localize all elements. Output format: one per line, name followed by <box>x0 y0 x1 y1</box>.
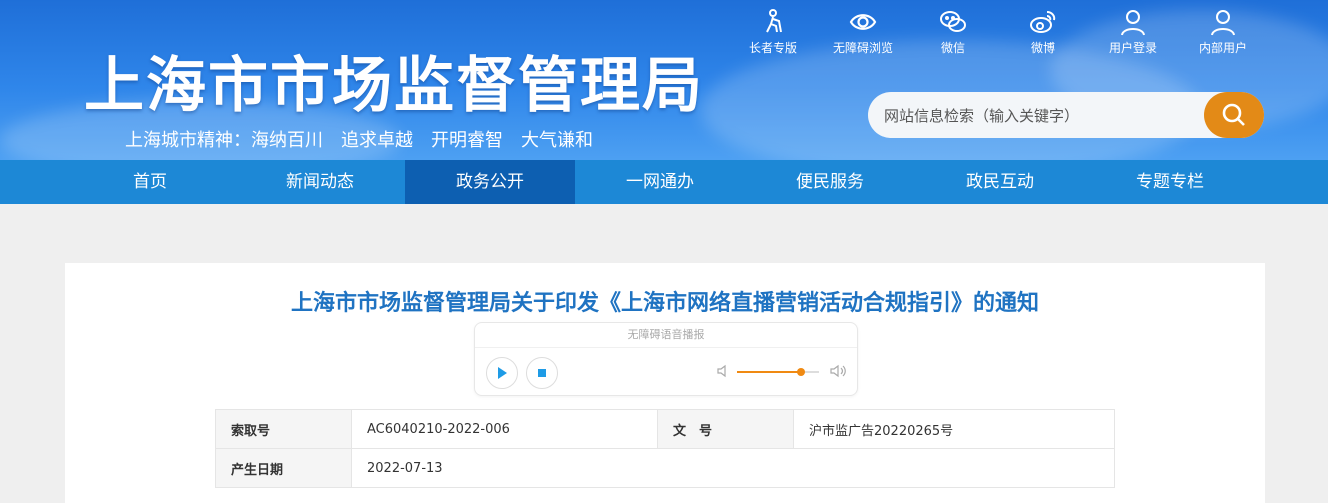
stop-button[interactable] <box>526 357 558 389</box>
tool-label: 长者专版 <box>748 41 797 55</box>
meta-value-date: 2022-07-13 <box>351 448 1115 488</box>
tool-label: 无障碍浏览 <box>832 41 893 55</box>
elder-mode-link[interactable]: 长者专版 <box>728 8 818 56</box>
main-nav: 首页 新闻动态 政务公开 一网通办 便民服务 政民互动 专题专栏 <box>0 160 1328 204</box>
volume-high-icon <box>830 364 846 378</box>
document-meta-table: 索取号 AC6040210-2022-006 文 号 沪市监广告20220265… <box>215 409 1115 488</box>
wechat-icon <box>940 11 966 32</box>
internal-user-link[interactable]: 内部用户 <box>1178 8 1268 56</box>
meta-value-docno: 沪市监广告20220265号 <box>793 409 1115 449</box>
user-icon <box>1121 10 1145 36</box>
header-tools: 长者专版 无障碍浏览 微信 微博 用户登录 内部用户 <box>728 8 1268 56</box>
meta-value-index: AC6040210-2022-006 <box>351 409 658 449</box>
stop-icon <box>538 369 546 377</box>
elder-icon <box>766 9 782 33</box>
accessible-browse-link[interactable]: 无障碍浏览 <box>818 8 908 56</box>
weibo-link[interactable]: 微博 <box>998 8 1088 56</box>
play-button[interactable] <box>486 357 518 389</box>
nav-item-interaction[interactable]: 政民互动 <box>915 160 1085 204</box>
article-title: 上海市市场监督管理局关于印发《上海市网络直播营销活动合规指引》的通知 <box>290 291 1039 316</box>
wechat-link[interactable]: 微信 <box>908 8 998 56</box>
player-label: 无障碍语音播报 <box>475 323 857 348</box>
volume-low-icon <box>717 364 726 378</box>
search-input[interactable] <box>882 92 1206 140</box>
weibo-icon <box>1030 11 1056 33</box>
nav-item-news[interactable]: 新闻动态 <box>235 160 405 204</box>
audio-player: 无障碍语音播报 <box>474 322 858 396</box>
nav-item-gov-affairs[interactable]: 政务公开 <box>405 160 575 204</box>
tool-label: 内部用户 <box>1198 41 1247 55</box>
table-row: 索取号 AC6040210-2022-006 文 号 沪市监广告20220265… <box>215 409 1115 449</box>
meta-key-index: 索取号 <box>215 409 352 449</box>
tool-label: 微信 <box>940 41 965 55</box>
tool-label: 用户登录 <box>1108 41 1157 55</box>
nav-item-one-stop-service[interactable]: 一网通办 <box>575 160 745 204</box>
volume-fill <box>737 371 801 373</box>
nav-item-public-service[interactable]: 便民服务 <box>745 160 915 204</box>
table-row: 产生日期 2022-07-13 <box>215 448 1115 488</box>
meta-key-docno: 文 号 <box>657 409 794 449</box>
site-search <box>868 92 1264 140</box>
nav-item-home[interactable]: 首页 <box>65 160 235 204</box>
site-title: 上海市市场监督管理局 <box>84 51 704 121</box>
volume-knob[interactable] <box>796 368 805 376</box>
site-header: 上海市市场监督管理局 上海城市精神：海纳百川 追求卓越 开明睿智 大气谦和 长者… <box>0 0 1328 160</box>
play-icon <box>498 367 507 379</box>
search-icon <box>1222 103 1245 126</box>
eye-icon <box>849 14 877 30</box>
article-card: 上海市市场监督管理局关于印发《上海市网络直播营销活动合规指引》的通知 无障碍语音… <box>65 263 1265 503</box>
user-icon <box>1211 10 1235 36</box>
tool-label: 微博 <box>1030 41 1055 55</box>
meta-key-date: 产生日期 <box>215 448 352 488</box>
city-motto: 上海城市精神：海纳百川 追求卓越 开明睿智 大气谦和 <box>125 130 593 151</box>
nav-item-special-topics[interactable]: 专题专栏 <box>1085 160 1255 204</box>
search-button[interactable] <box>1204 92 1264 138</box>
volume-slider[interactable] <box>737 368 819 376</box>
user-login-link[interactable]: 用户登录 <box>1088 8 1178 56</box>
